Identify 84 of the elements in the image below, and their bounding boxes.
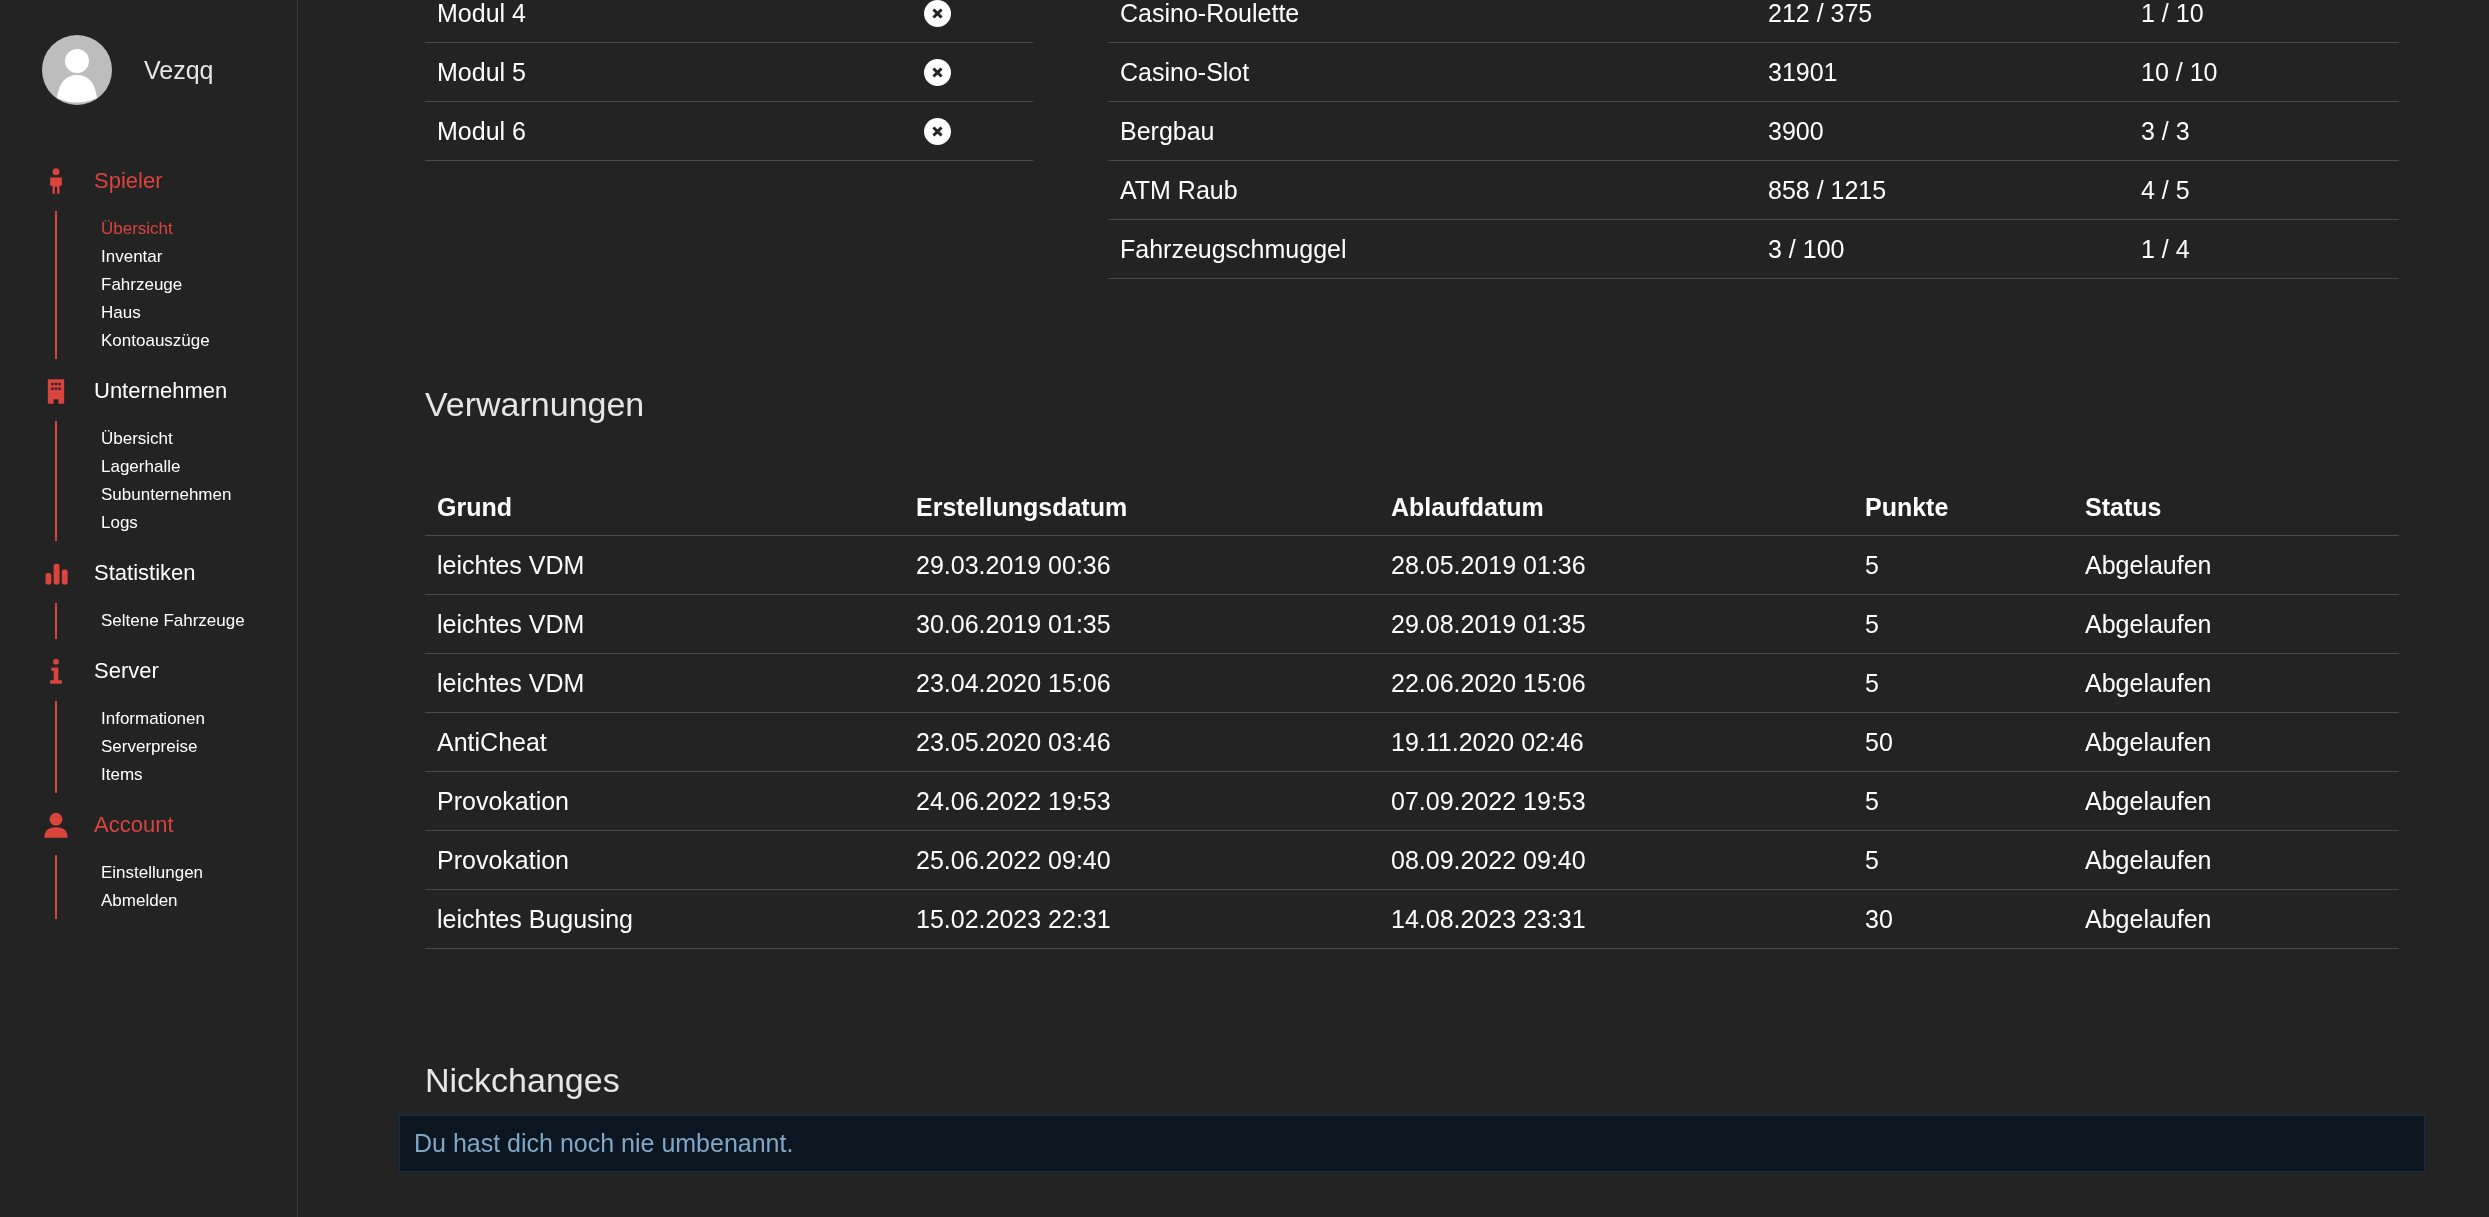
table-cell-text: Abgelaufen [2085,845,2213,875]
sidebar-item[interactable]: Inventar [101,243,297,271]
sidebar-item[interactable]: Serverpreise [101,733,297,761]
table-cell-text: 29.08.2019 01:35 [1391,609,1587,639]
table-cell-text: leichtes VDM [437,668,586,698]
sidebar-item[interactable]: Übersicht [101,215,297,243]
table-cell-text: 25.06.2022 09:40 [916,845,1112,875]
table-cell-text: 1 / 4 [2141,234,2191,264]
section-heading: Verwarnungen [425,384,646,425]
sidebar-item[interactable]: Abmelden [101,887,297,915]
table-cell-text: leichtes VDM [437,609,586,639]
table-cell-text: 30.06.2019 01:35 [916,609,1112,639]
sidebar-section-title[interactable]: Unternehmen [94,378,228,404]
info-alert: Du hast dich noch nie umbenannt. [399,1115,2425,1172]
table-cell-text: 3 / 3 [2141,116,2191,146]
sidebar-item[interactable]: Fahrzeuge [101,271,297,299]
sidebar-section-title[interactable]: Account [94,812,174,838]
table-cell-text: Abgelaufen [2085,727,2213,757]
table-cell-text: 07.09.2022 19:53 [1391,786,1587,816]
table-cell-text: 5 [1865,786,1880,816]
section-heading: Nickchanges [425,1060,621,1101]
sidebar-item[interactable]: Haus [101,299,297,327]
table-cell-text: 08.09.2022 09:40 [1391,845,1587,875]
sidebar-section-title[interactable]: Spieler [94,168,163,194]
table-cell-text: Casino-Roulette [1120,0,1301,28]
table-cell-text: 1 / 10 [2141,0,2205,28]
table-cell-text: Abgelaufen [2085,904,2213,934]
sidebar-section-title[interactable]: Server [94,658,159,684]
table-cell-text: Provokation [437,845,571,875]
table-cell-text: 23.05.2020 03:46 [916,727,1112,757]
table-cell-text: 31901 [1768,57,1839,87]
sidebar-item[interactable]: Übersicht [101,425,297,453]
table-cell-text: Casino-Slot [1120,57,1251,87]
table-cell-text: 3 / 100 [1768,234,1846,264]
table-cell-text: 14.08.2023 23:31 [1391,904,1587,934]
table-cell-text: 24.06.2022 19:53 [916,786,1112,816]
user-icon [42,811,70,839]
column-header: Punkte [1865,492,1950,522]
table-cell-text: leichtes VDM [437,550,586,580]
sidebar-section-title[interactable]: Statistiken [94,560,196,586]
table-cell-text: 15.02.2023 22:31 [916,904,1112,934]
table-cell-text: AntiCheat [437,727,548,757]
column-header: Erstellungsdatum [916,492,1129,522]
table-cell-text: 4 / 5 [2141,175,2191,205]
table-cell-text: 29.03.2019 00:36 [916,550,1112,580]
table-cell-text: Bergbau [1120,116,1216,146]
avatar-icon [42,35,112,105]
table-cell-text: Abgelaufen [2085,550,2213,580]
table-cell-text: Abgelaufen [2085,609,2213,639]
table-cell-text: Provokation [437,786,571,816]
table-cell-text: 5 [1865,550,1880,580]
module-name: Modul 5 [437,57,527,87]
table-cell-text: 5 [1865,609,1880,639]
table-cell-text: 212 / 375 [1768,0,1874,28]
table-cell-text: 30 [1865,904,1894,934]
table-cell-text: 858 / 1215 [1768,175,1888,205]
table-cell-text: 5 [1865,668,1880,698]
sidebar-item[interactable]: Subunternehmen [101,481,297,509]
table-cell-text: 28.05.2019 01:36 [1391,550,1587,580]
table-cell-text: leichtes Bugusing [437,904,634,934]
module-name: Modul 6 [437,116,527,146]
table-cell-text: Fahrzeugschmuggel [1120,234,1348,264]
table-cell-text: Abgelaufen [2085,668,2213,698]
column-header: Grund [437,492,513,522]
sidebar-item[interactable]: Logs [101,509,297,537]
column-header: Status [2085,492,2163,522]
sidebar-item[interactable]: Items [101,761,297,789]
table-cell-text: 22.06.2020 15:06 [1391,668,1587,698]
user-name: Vezqq [144,55,214,85]
sidebar-item[interactable]: Lagerhalle [101,453,297,481]
table-cell-text: 50 [1865,727,1894,757]
table-cell-text: 23.04.2020 15:06 [916,668,1112,698]
column-header: Ablaufdatum [1391,492,1545,522]
module-name: Modul 4 [437,0,527,28]
table-cell-text: 10 / 10 [2141,57,2219,87]
sidebar-item[interactable]: Seltene Fahrzeuge [101,607,297,635]
sidebar-item[interactable]: Kontoauszüge [101,327,297,355]
sidebar-item[interactable]: Einstellungen [101,859,297,887]
table-cell-text: 19.11.2020 02:46 [1391,727,1585,757]
table-cell-text: 3900 [1768,116,1825,146]
table-cell-text: Abgelaufen [2085,786,2213,816]
sidebar-item[interactable]: Informationen [101,705,297,733]
table-cell-text: 5 [1865,845,1880,875]
table-cell-text: ATM Raub [1120,175,1239,205]
